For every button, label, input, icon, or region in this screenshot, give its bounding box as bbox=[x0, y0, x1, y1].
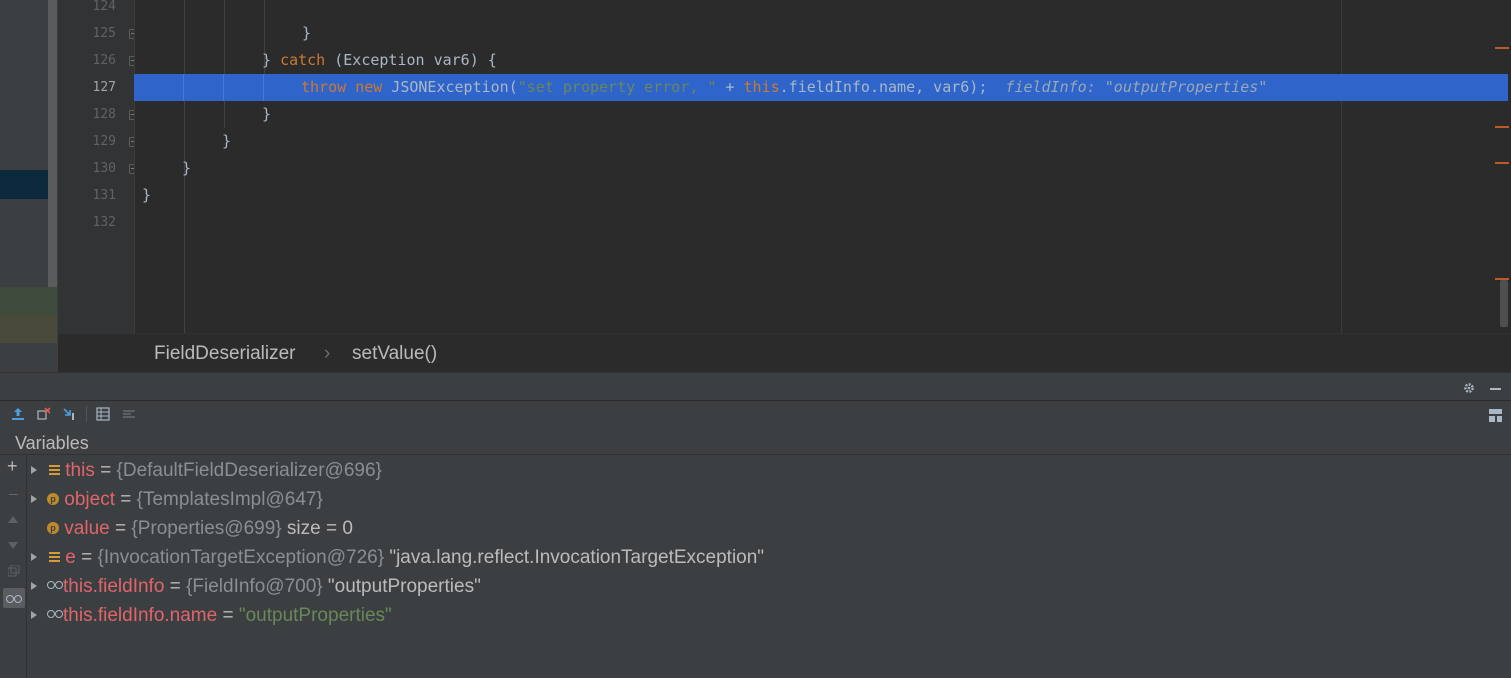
watch-icon bbox=[47, 580, 63, 589]
expand-arrow-icon[interactable] bbox=[31, 466, 37, 474]
error-stripe-marker[interactable] bbox=[1495, 47, 1509, 49]
code-line-130: } bbox=[182, 159, 192, 177]
editor-gutter: 124 125 126 128 129 130 131 132 bbox=[58, 0, 137, 333]
drop-frame-icon[interactable] bbox=[37, 407, 51, 421]
tree-row-object[interactable]: p object = {TemplatesImpl@647} bbox=[27, 485, 1511, 514]
current-line-gutter: 127 bbox=[58, 74, 134, 101]
editor-scrollbar[interactable] bbox=[1500, 280, 1508, 327]
expand-arrow-icon[interactable] bbox=[31, 495, 37, 503]
code-line-128: } bbox=[262, 105, 272, 123]
line-number: 126 bbox=[92, 53, 116, 68]
project-scrollbar[interactable] bbox=[48, 0, 57, 287]
variables-tree[interactable]: this = {DefaultFieldDeserializer@696} p … bbox=[27, 455, 1511, 678]
tree-row-this[interactable]: this = {DefaultFieldDeserializer@696} bbox=[27, 456, 1511, 485]
line-number: 131 bbox=[92, 188, 116, 203]
tree-row-watch-fieldinfo-name[interactable]: this.fieldInfo.name = "outputProperties" bbox=[27, 601, 1511, 630]
code-line-129: } bbox=[222, 132, 232, 150]
tree-row-watch-fieldinfo[interactable]: this.fieldInfo = {FieldInfo@700} "output… bbox=[27, 572, 1511, 601]
line-number: 132 bbox=[92, 215, 116, 230]
file-status-green bbox=[0, 287, 57, 315]
add-watch-icon[interactable]: + bbox=[7, 456, 18, 477]
trace-icon[interactable] bbox=[122, 407, 136, 421]
gear-icon[interactable] bbox=[1463, 382, 1475, 394]
code-line-127: throw new JSONException("set property er… bbox=[301, 78, 1268, 96]
line-number: 125 bbox=[92, 26, 116, 41]
glasses-icon bbox=[6, 595, 22, 603]
field-icon bbox=[49, 464, 60, 476]
line-number: 130 bbox=[92, 161, 116, 176]
error-stripe-marker[interactable] bbox=[1495, 162, 1509, 164]
variables-header: Variables bbox=[0, 428, 1511, 455]
tree-row-value[interactable]: p value = {Properties@699} size = 0 bbox=[27, 514, 1511, 543]
breadcrumb-method[interactable]: setValue() bbox=[352, 343, 437, 365]
expand-arrow-icon[interactable] bbox=[31, 553, 37, 561]
line-number: 129 bbox=[92, 134, 116, 149]
evaluate-expression-icon[interactable] bbox=[96, 407, 110, 421]
remove-watch-icon[interactable] bbox=[9, 494, 18, 495]
line-number: 124 bbox=[92, 0, 116, 14]
tree-row-e[interactable]: e = {InvocationTargetException@726} "jav… bbox=[27, 543, 1511, 572]
duplicate-icon[interactable] bbox=[8, 565, 20, 577]
step-out-icon[interactable] bbox=[11, 407, 25, 421]
breadcrumb-separator-icon: › bbox=[324, 343, 331, 364]
minimize-icon[interactable] bbox=[1490, 388, 1501, 390]
run-to-cursor-icon[interactable] bbox=[63, 407, 77, 421]
move-down-icon[interactable] bbox=[8, 542, 18, 549]
layout-icon[interactable] bbox=[1489, 409, 1502, 422]
file-status-yellow bbox=[0, 315, 57, 343]
inline-debug-hint: fieldInfo: "outputProperties" bbox=[987, 78, 1268, 96]
current-execution-line[interactable]: throw new JSONException("set property er… bbox=[134, 74, 1508, 101]
watch-icon bbox=[47, 609, 63, 618]
variables-title: Variables bbox=[15, 433, 89, 453]
right-margin-guide bbox=[1341, 0, 1342, 333]
breadcrumb-class[interactable]: FieldDeserializer bbox=[154, 343, 296, 365]
expand-arrow-icon[interactable] bbox=[31, 582, 37, 590]
field-icon bbox=[49, 551, 60, 563]
parameter-icon: p bbox=[47, 492, 59, 505]
code-line-125: } bbox=[302, 24, 312, 42]
variables-side-toolbar: + bbox=[0, 455, 27, 678]
debug-toolbar bbox=[0, 400, 1511, 428]
code-line-131: } bbox=[142, 186, 152, 204]
line-number: 128 bbox=[92, 107, 116, 122]
debug-tool-window-header bbox=[0, 372, 1511, 400]
move-up-icon[interactable] bbox=[8, 516, 18, 523]
code-editor[interactable]: } } catch (Exception var6) { } } } } bbox=[134, 0, 1511, 333]
parameter-icon: p bbox=[47, 521, 59, 534]
line-number: 127 bbox=[92, 80, 116, 95]
expand-arrow-icon[interactable] bbox=[31, 611, 37, 619]
breadcrumb: FieldDeserializer › setValue() bbox=[58, 333, 1511, 372]
show-watches-toggle[interactable] bbox=[3, 588, 25, 608]
code-line-126: } catch (Exception var6) { bbox=[262, 51, 497, 69]
error-stripe-marker[interactable] bbox=[1495, 126, 1509, 128]
